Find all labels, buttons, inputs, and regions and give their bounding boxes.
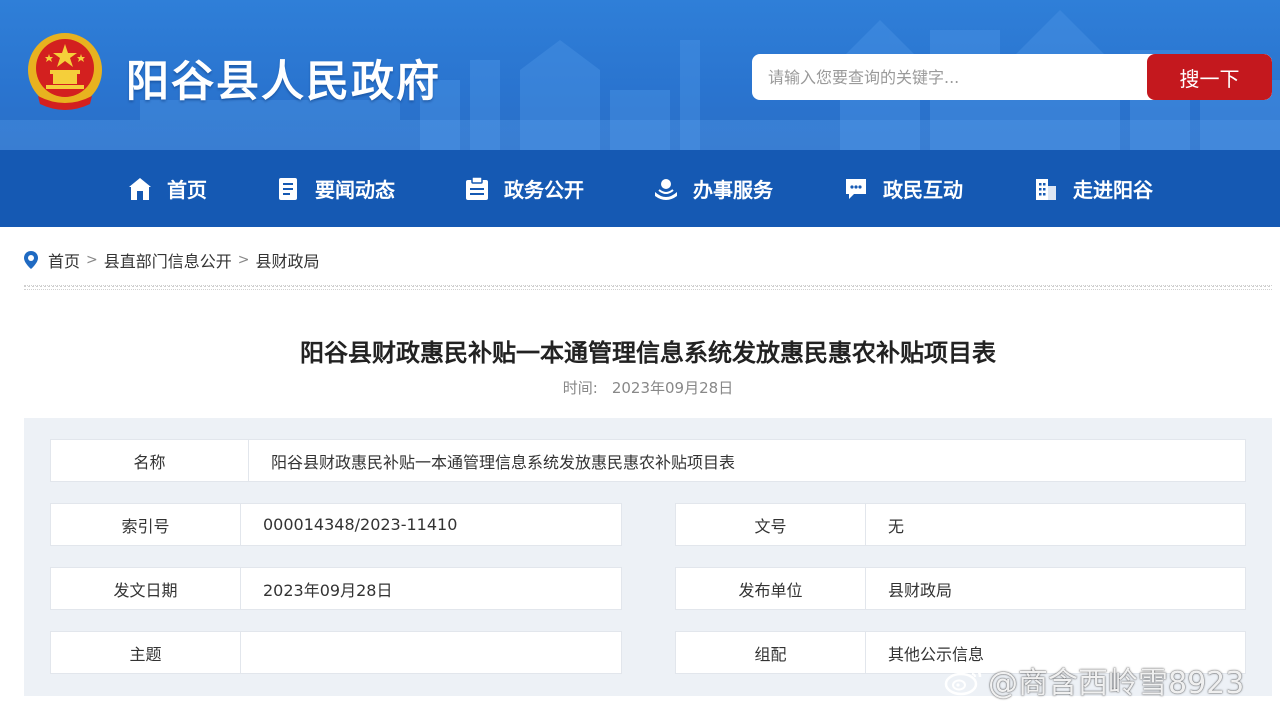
topic-label: 主题 [50,631,241,674]
search-input[interactable] [752,54,1147,100]
nav-item-news[interactable]: 要闻动态 [275,150,395,227]
date-label: 发文日期 [50,567,241,610]
watermark: @商含西岭雪8923 [944,660,1245,701]
breadcrumb-separator: > [86,252,98,268]
weibo-icon [944,667,982,696]
header-banner: 阳谷县人民政府 搜一下 [0,0,1280,150]
nav-label-news: 要闻动态 [315,178,395,202]
nav-label-service: 办事服务 [693,178,773,202]
category-label: 组配 [675,631,866,674]
national-emblem-logo [28,33,102,110]
nav-item-home[interactable]: 首页 [127,150,207,227]
topic-value [240,631,622,674]
breadcrumb: 首页 > 县直部门信息公开 > 县财政局 [24,249,320,271]
name-value: 阳谷县财政惠民补贴一本通管理信息系统发放惠民惠农补贴项目表 [248,439,1246,482]
index-label: 索引号 [50,503,241,546]
public-affairs-icon [466,175,488,200]
doc-no-label: 文号 [675,503,866,546]
news-icon [279,177,297,200]
doc-no-value: 无 [865,503,1246,546]
nav-item-service[interactable]: 办事服务 [653,150,773,227]
breadcrumb-home[interactable]: 首页 [48,248,80,272]
breadcrumb-finance-bureau[interactable]: 县财政局 [256,248,320,272]
location-pin-icon [24,251,38,269]
info-panel: 名称 阳谷县财政惠民补贴一本通管理信息系统发放惠民惠农补贴项目表 索引号 000… [24,418,1272,696]
search-box: 搜一下 [752,54,1272,100]
nav-item-public-affairs[interactable]: 政务公开 [464,150,584,227]
service-icon [655,178,677,200]
breadcrumb-separator: > [237,252,250,268]
chat-icon [846,178,866,199]
home-icon [129,177,151,200]
nav-label-about: 走进阳谷 [1073,178,1153,202]
time-label: 时间: [562,379,598,397]
nav-item-about[interactable]: 走进阳谷 [1033,150,1153,227]
index-value: 000014348/2023-11410 [240,503,622,546]
nav-label-home: 首页 [167,178,207,202]
site-title: 阳谷县人民政府 [126,57,441,107]
nav-label-public-affairs: 政务公开 [504,178,584,202]
publisher-label: 发布单位 [675,567,866,610]
article-title: 阳谷县财政惠民补贴一本通管理信息系统发放惠民惠农补贴项目表 [300,339,996,367]
date-value: 2023年09月28日 [240,567,622,610]
building-icon [1036,178,1056,200]
watermark-text: @商含西岭雪8923 [988,666,1245,701]
nav-item-interaction[interactable]: 政民互动 [843,150,963,227]
nav-label-interaction: 政民互动 [883,178,963,202]
name-label: 名称 [50,439,249,482]
search-button[interactable]: 搜一下 [1147,54,1272,100]
time-value: 2023年09月28日 [611,379,734,397]
divider [24,285,1272,290]
main-nav: 首页 要闻动态 政务公开 办事服务 政民互动 走进阳谷 [0,150,1280,227]
article-time: 时间: 2023年09月28日 [0,377,1280,398]
publisher-value: 县财政局 [865,567,1246,610]
breadcrumb-department-info[interactable]: 县直部门信息公开 [104,248,232,272]
